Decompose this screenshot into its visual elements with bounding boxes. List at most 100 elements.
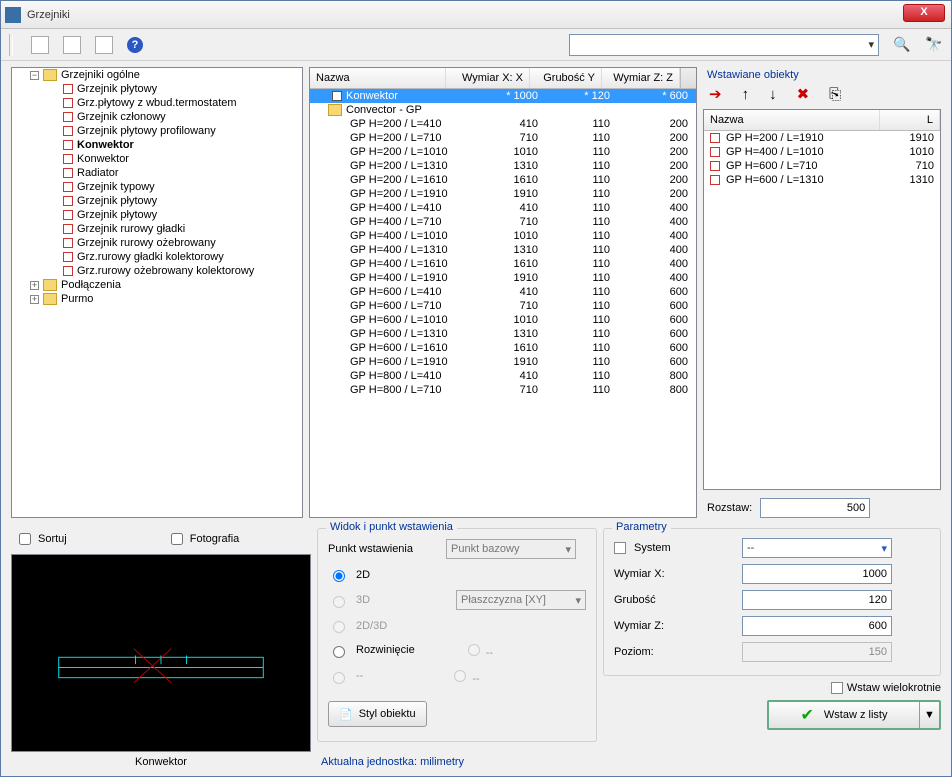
photo-checkbox[interactable]: Fotografia <box>167 530 240 548</box>
grid-row[interactable]: GP H=400 / L=710710110400 <box>310 215 696 229</box>
tool-icon-2[interactable] <box>63 36 81 54</box>
tree-item[interactable]: Grzejnik płytowy profilowany <box>48 124 302 138</box>
grid-row[interactable]: GP H=200 / L=10101010110200 <box>310 145 696 159</box>
preview-panel: Sortuj Fotografia Konwektor <box>11 528 311 768</box>
obj-col-l[interactable]: L <box>880 110 940 130</box>
grid-rows[interactable]: Konwektor* 1000* 120* 600Convector - GPG… <box>310 89 696 517</box>
style-button[interactable]: 📄Styl obiektu <box>328 701 427 727</box>
poziom-input <box>742 642 892 662</box>
tree-item[interactable]: Grzejnik płytowy <box>48 194 302 208</box>
object-row[interactable]: GP H=400 / L=10101010 <box>704 145 940 159</box>
multi-checkbox[interactable]: Wstaw wielokrotnie <box>831 682 941 694</box>
col-name[interactable]: Nazwa <box>310 68 446 88</box>
obj-col-name[interactable]: Nazwa <box>704 110 880 130</box>
check-icon: ✔ <box>801 705 814 725</box>
close-button[interactable]: X <box>903 4 945 22</box>
insert-button[interactable]: ✔Wstaw z listy ▼ <box>767 700 941 730</box>
category-tree[interactable]: −Grzejniki ogólne Grzejnik płytowyGrz.pł… <box>11 67 303 518</box>
tree-item[interactable]: Grz.rurowy ożebrowany kolektorowy <box>48 264 302 278</box>
objects-list[interactable]: Nazwa L GP H=200 / L=19101910GP H=400 / … <box>703 109 941 490</box>
tree-root[interactable]: −Grzejniki ogólne <box>30 68 302 82</box>
tree-sub1[interactable]: +Podłączenia <box>30 278 302 292</box>
find-icon[interactable]: 🔭 <box>925 36 943 54</box>
grid-row[interactable]: GP H=600 / L=13101310110600 <box>310 327 696 341</box>
radio-rozwiniecie[interactable] <box>333 646 345 658</box>
item-icon <box>63 126 73 136</box>
search-combo[interactable]: ▾ <box>569 34 879 56</box>
grid-row[interactable]: GP H=400 / L=16101610110400 <box>310 257 696 271</box>
grid-row[interactable]: GP H=600 / L=16101610110600 <box>310 341 696 355</box>
tree-item[interactable]: Grzejnik rurowy ożebrowany <box>48 236 302 250</box>
tree-item[interactable]: Konwektor <box>48 152 302 166</box>
rozstaw-input[interactable] <box>760 498 870 518</box>
item-icon <box>63 112 73 122</box>
grid-row[interactable]: GP H=600 / L=10101010110600 <box>310 313 696 327</box>
grid-group[interactable]: Convector - GP <box>310 103 696 117</box>
preview-caption: Konwektor <box>11 752 311 768</box>
system-select[interactable]: --▾ <box>742 538 892 558</box>
grid-row[interactable]: GP H=800 / L=410410110800 <box>310 369 696 383</box>
arrow-up-icon[interactable]: ↑ <box>742 86 750 103</box>
tool-icon-1[interactable] <box>31 36 49 54</box>
search-icon[interactable]: 🔍 <box>893 36 911 54</box>
radio-2d[interactable] <box>333 570 345 582</box>
grid-row-selected[interactable]: Konwektor* 1000* 120* 600 <box>310 89 696 103</box>
object-row[interactable]: GP H=600 / L=710710 <box>704 159 940 173</box>
delete-icon[interactable]: ✖ <box>797 85 810 103</box>
grubosc-input[interactable] <box>742 590 892 610</box>
grid-row[interactable]: GP H=200 / L=19101910110200 <box>310 187 696 201</box>
rozstaw-label: Rozstaw: <box>707 502 752 514</box>
tree-item[interactable]: Radiator <box>48 166 302 180</box>
object-row[interactable]: GP H=600 / L=13101310 <box>704 173 940 187</box>
grid-row[interactable]: GP H=400 / L=10101010110400 <box>310 229 696 243</box>
system-checkbox[interactable] <box>614 542 626 554</box>
grid-row[interactable]: GP H=400 / L=13101310110400 <box>310 243 696 257</box>
item-icon <box>63 238 73 248</box>
tree-sub2[interactable]: +Purmo <box>30 292 302 306</box>
help-icon[interactable]: ? <box>127 37 143 53</box>
objects-toolbar: ➔ ↑ ↓ ✖ ⎘ <box>703 85 941 109</box>
window-title: Grzejniki <box>27 9 70 21</box>
preview-viewport[interactable] <box>11 554 311 752</box>
tree-item[interactable]: Grzejnik płytowy <box>48 208 302 222</box>
object-row[interactable]: GP H=200 / L=19101910 <box>704 131 940 145</box>
wymiar-z-input[interactable] <box>742 616 892 636</box>
col-z[interactable]: Wymiar Z: Z <box>602 68 680 88</box>
folder-icon <box>43 69 57 81</box>
arrow-down-icon[interactable]: ↓ <box>769 86 777 103</box>
grid-row[interactable]: GP H=400 / L=410410110400 <box>310 201 696 215</box>
radio-2d3d <box>333 621 345 633</box>
insert-dropdown[interactable]: ▼ <box>919 702 939 728</box>
insertion-point-select[interactable]: Punkt bazowy▾ <box>446 539 576 559</box>
item-icon <box>63 98 73 108</box>
variant-grid: Nazwa Wymiar X: X Grubość Y Wymiar Z: Z … <box>309 67 697 518</box>
tree-item[interactable]: Grzejnik typowy <box>48 180 302 194</box>
item-icon <box>63 84 73 94</box>
tree-item[interactable]: Grzejnik rurowy gładki <box>48 222 302 236</box>
toolbar: ? ▾ 🔍 🔭 <box>1 29 951 61</box>
view-panel: Widok i punkt wstawienia Punkt wstawieni… <box>317 528 597 768</box>
tool-icon-3[interactable] <box>95 36 113 54</box>
grid-row[interactable]: GP H=200 / L=710710110200 <box>310 131 696 145</box>
tree-item[interactable]: Grzejnik członowy <box>48 110 302 124</box>
grid-row[interactable]: GP H=200 / L=410410110200 <box>310 117 696 131</box>
arrow-right-icon[interactable]: ➔ <box>709 85 722 103</box>
tree-item[interactable]: Grz.rurowy gładki kolektorowy <box>48 250 302 264</box>
col-y[interactable]: Grubość Y <box>530 68 602 88</box>
grid-row[interactable]: GP H=200 / L=13101310110200 <box>310 159 696 173</box>
grid-row[interactable]: GP H=600 / L=19101910110600 <box>310 355 696 369</box>
tree-item[interactable]: Grz.płytowy z wbud.termostatem <box>48 96 302 110</box>
wymiar-x-input[interactable] <box>742 564 892 584</box>
grid-row[interactable]: GP H=400 / L=19101910110400 <box>310 271 696 285</box>
tree-item[interactable]: Konwektor <box>48 138 302 152</box>
copy-icon[interactable]: ⎘ <box>829 86 841 103</box>
grid-row[interactable]: GP H=600 / L=710710110600 <box>310 299 696 313</box>
grid-row[interactable]: GP H=800 / L=710710110800 <box>310 383 696 397</box>
sort-checkbox[interactable]: Sortuj <box>15 530 67 548</box>
item-icon <box>63 154 73 164</box>
item-icon <box>63 140 73 150</box>
grid-row[interactable]: GP H=600 / L=410410110600 <box>310 285 696 299</box>
tree-item[interactable]: Grzejnik płytowy <box>48 82 302 96</box>
grid-row[interactable]: GP H=200 / L=16101610110200 <box>310 173 696 187</box>
col-x[interactable]: Wymiar X: X <box>446 68 530 88</box>
